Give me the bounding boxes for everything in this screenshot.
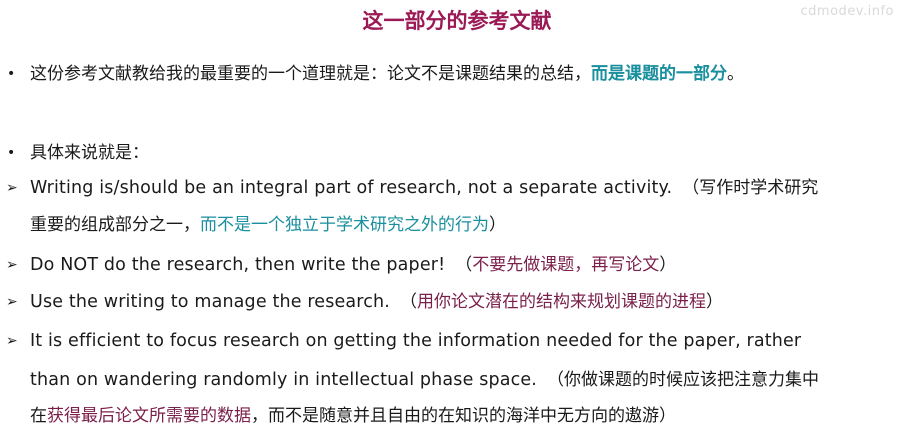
arrow-bullet-icon: ➢ — [6, 257, 18, 273]
chinese-text: （你做课题的时候应该把注意力集中 — [547, 370, 819, 390]
bullet-highlight-text: 而是课题的一部分 — [591, 64, 727, 84]
chinese-text: （ — [455, 255, 473, 275]
chinese-text: （写作时学术研究 — [682, 178, 819, 198]
bullet-end-text: 。 — [727, 64, 744, 84]
arrow-bullet-icon: ➢ — [6, 333, 18, 349]
sub-point-text: 重要的组成部分之一，而不是一个独立于学术研究之外的行为） — [30, 213, 506, 237]
bullet-dot-icon: • — [7, 66, 16, 82]
slide-title: 这一部分的参考文献 — [362, 9, 552, 33]
sub-point-text: than on wandering randomly in intellectu… — [30, 368, 819, 392]
chinese-text: （ — [399, 292, 417, 312]
sub-point-text: Do NOT do the research, then write the p… — [30, 253, 676, 277]
sub-point-text: Use the writing to manage the research. （… — [30, 290, 723, 314]
chinese-text: 重要的组成部分之一， — [30, 215, 200, 235]
bullet-dot-icon: • — [7, 145, 16, 161]
english-text: Do NOT do the research, then write the p… — [30, 255, 446, 275]
chinese-highlight-text: 获得最后论文所需要的数据 — [47, 406, 251, 426]
bullet-text: 这份参考文献教给我的最重要的一个道理就是：论文不是课题结果的总结，而是课题的一部… — [30, 62, 744, 86]
arrow-bullet-icon: ➢ — [6, 180, 18, 196]
sub-point-text: 在获得最后论文所需要的数据，而不是随意并且自由的在知识的海洋中无方向的遨游） — [30, 404, 676, 428]
english-text: than on wandering randomly in intellectu… — [30, 370, 537, 390]
english-text: Writing is/should be an integral part of… — [30, 178, 673, 198]
slide: cdmodev.info 这一部分的参考文献 • 这份参考文献教给我的最重要的一… — [0, 0, 914, 436]
english-text: Use the writing to manage the research. — [30, 292, 390, 312]
arrow-bullet-icon: ➢ — [6, 294, 18, 310]
chinese-text: ） — [659, 255, 677, 275]
chinese-text: ，而不是随意并且自由的在知识的海洋中无方向的遨游） — [251, 406, 676, 426]
sub-point-text: Writing is/should be an integral part of… — [30, 176, 818, 200]
chinese-text: ） — [489, 215, 506, 235]
chinese-highlight-text: 而不是一个独立于学术研究之外的行为 — [200, 215, 489, 235]
chinese-text: 在 — [30, 406, 47, 426]
english-text: It is efficient to focus research on get… — [30, 331, 802, 351]
chinese-highlight-text: 不要先做课题，再写论文 — [472, 255, 660, 275]
bullet-text: 具体来说就是： — [30, 143, 149, 163]
bullet-plain-text: 这份参考文献教给我的最重要的一个道理就是：论文不是课题结果的总结， — [30, 64, 591, 84]
chinese-text: ） — [705, 292, 723, 312]
chinese-highlight-text: 用你论文潜在的结构来规划课题的进程 — [416, 292, 706, 312]
